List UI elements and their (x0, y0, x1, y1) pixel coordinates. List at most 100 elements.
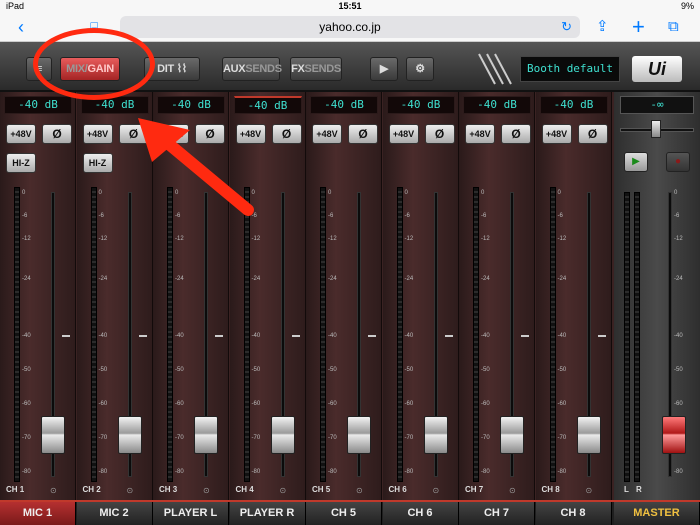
channel-fader[interactable] (117, 416, 142, 455)
scale-label: -80 (22, 469, 31, 476)
channel-name-tab[interactable]: PLAYER L (153, 502, 229, 525)
scale-label: -70 (98, 435, 108, 442)
channel-name-tab[interactable]: MIC 2 (76, 502, 153, 525)
link-icon[interactable]: ⊙ (433, 486, 440, 495)
channel-fader[interactable] (423, 416, 448, 455)
brand-slashes-icon (478, 53, 512, 85)
phase-invert-button[interactable]: Ø (501, 124, 531, 144)
scale-label: 0 (404, 190, 408, 196)
link-icon[interactable]: ⊙ (50, 486, 57, 495)
address-bar[interactable]: yahoo.co.jp ↻ (120, 16, 580, 38)
scale-label: -6 (557, 212, 563, 219)
phantom-48v-button[interactable]: +48V (465, 124, 495, 144)
channel-strip: -40 dB +48V Ø 0 -6 -12 -24 -40 -50 -60 -70 -80 C… (306, 92, 382, 500)
scale-label: 0 (328, 190, 332, 196)
scale-label: -24 (22, 275, 31, 282)
master-gain-value: -∞ (650, 98, 664, 111)
channel-fader[interactable] (500, 416, 524, 455)
phase-invert-button[interactable]: Ø (348, 124, 378, 144)
scale-label: -50 (175, 366, 184, 373)
phase-invert-button[interactable]: Ø (42, 124, 72, 144)
scale-label: -70 (481, 435, 490, 442)
channel-strips: -∞ ▶ ● 0-6-12-24-40-50-60-70-80 L R -40 … (0, 92, 700, 500)
scale-label: -80 (674, 469, 683, 476)
scale-label: 0 (481, 190, 485, 196)
channel-number: CH 7 (465, 485, 484, 494)
gain-display[interactable]: -40 dB (310, 96, 378, 114)
scale-label: -50 (674, 366, 683, 373)
scale-label: -24 (98, 275, 108, 282)
gain-display[interactable]: -40 dB (4, 96, 72, 114)
channel-name-tab[interactable]: PLAYER R (229, 502, 306, 525)
share-icon[interactable]: ⇪ (596, 16, 609, 38)
channel-fader[interactable] (347, 416, 371, 455)
channel-name-tab[interactable]: MIC 1 (0, 502, 76, 525)
level-meter (167, 187, 173, 482)
hi-z-button[interactable]: HI-Z (82, 153, 113, 173)
aux-sends-button[interactable]: AUXSENDS (222, 57, 282, 81)
phantom-48v-button[interactable]: +48V (6, 124, 36, 144)
scale-label: 0 (674, 190, 678, 196)
back-icon[interactable]: ‹ (18, 16, 24, 38)
master-record-button[interactable]: ● (666, 152, 690, 172)
preset-display[interactable]: Booth default (520, 56, 620, 82)
channel-name-tab[interactable]: CH 6 (382, 502, 459, 525)
channel-name-tab[interactable]: CH 7 (459, 502, 535, 525)
channel-name-bar: MASTER MIC 1 MIC 2 PLAYER L PLAYER R CH 5 CH … (0, 500, 700, 525)
scale-label: -40 (22, 332, 31, 339)
scale-label: -24 (481, 275, 490, 282)
phase-invert-button[interactable]: Ø (424, 124, 455, 144)
ios-status-bar: iPad 15:51 9% (0, 0, 700, 12)
channel-fader[interactable] (194, 416, 218, 455)
phantom-48v-button[interactable]: +48V (82, 124, 113, 144)
link-icon[interactable]: ⊙ (127, 486, 134, 495)
link-icon[interactable]: ⊙ (509, 486, 516, 495)
scale-label: -40 (251, 332, 261, 339)
phantom-48v-button[interactable]: +48V (312, 124, 342, 144)
gain-display[interactable]: -40 dB (539, 96, 608, 114)
scale-label: -50 (251, 366, 261, 373)
channel-fader[interactable] (270, 416, 295, 455)
gain-display[interactable]: -40 dB (386, 96, 455, 114)
channel-strip: -40 dB +48V Ø 0 -6 -12 -24 -40 -50 -60 -70 -80 C… (535, 92, 612, 500)
master-name-tab[interactable]: MASTER (614, 502, 700, 525)
scale-label: -12 (251, 235, 261, 242)
scale-label: -60 (557, 400, 567, 407)
channel-name-tab[interactable]: CH 5 (306, 502, 382, 525)
scale-label: -12 (481, 235, 490, 242)
channel-strip: -40 dB +48V Ø 0 -6 -12 -24 -40 -50 -60 -70 -80 C… (382, 92, 459, 500)
link-icon[interactable]: ⊙ (203, 486, 210, 495)
unity-mark (62, 334, 70, 337)
master-gain-display[interactable]: -∞ (620, 96, 694, 114)
level-meter (90, 187, 97, 482)
scale-label: -12 (328, 235, 337, 242)
master-trim-handle[interactable] (651, 120, 661, 138)
scale-label: -24 (328, 275, 337, 282)
link-icon[interactable]: ⊙ (356, 486, 363, 495)
phantom-48v-button[interactable]: +48V (541, 124, 572, 144)
tabs-icon[interactable]: ⧉ (668, 16, 679, 38)
scale-label: -50 (557, 366, 567, 373)
scale-label: -80 (98, 469, 108, 476)
channel-fader[interactable] (41, 416, 65, 455)
settings-button[interactable]: ⚙ (406, 57, 434, 81)
gain-display[interactable]: -40 dB (463, 96, 531, 114)
channel-fader[interactable] (576, 416, 601, 455)
hi-z-button[interactable]: HI-Z (6, 153, 36, 173)
ui-logo[interactable]: Ui (632, 56, 682, 82)
scale-label: -70 (557, 435, 567, 442)
link-icon[interactable]: ⊙ (280, 486, 287, 495)
channel-name-tab[interactable]: CH 8 (535, 502, 612, 525)
link-icon[interactable]: ⊙ (586, 486, 593, 495)
phase-invert-button[interactable]: Ø (271, 124, 302, 144)
master-fader[interactable] (662, 416, 686, 455)
master-play-button[interactable]: ▶ (624, 152, 648, 172)
new-tab-icon[interactable]: + (632, 16, 645, 38)
scale-label: -60 (404, 400, 414, 407)
phantom-48v-button[interactable]: +48V (388, 124, 419, 144)
scale-label: -80 (328, 469, 337, 476)
reload-icon[interactable]: ↻ (561, 16, 572, 38)
phase-invert-button[interactable]: Ø (577, 124, 608, 144)
fx-sends-button[interactable]: FXSENDS (290, 57, 342, 81)
play-button[interactable]: ▶ (370, 57, 398, 81)
